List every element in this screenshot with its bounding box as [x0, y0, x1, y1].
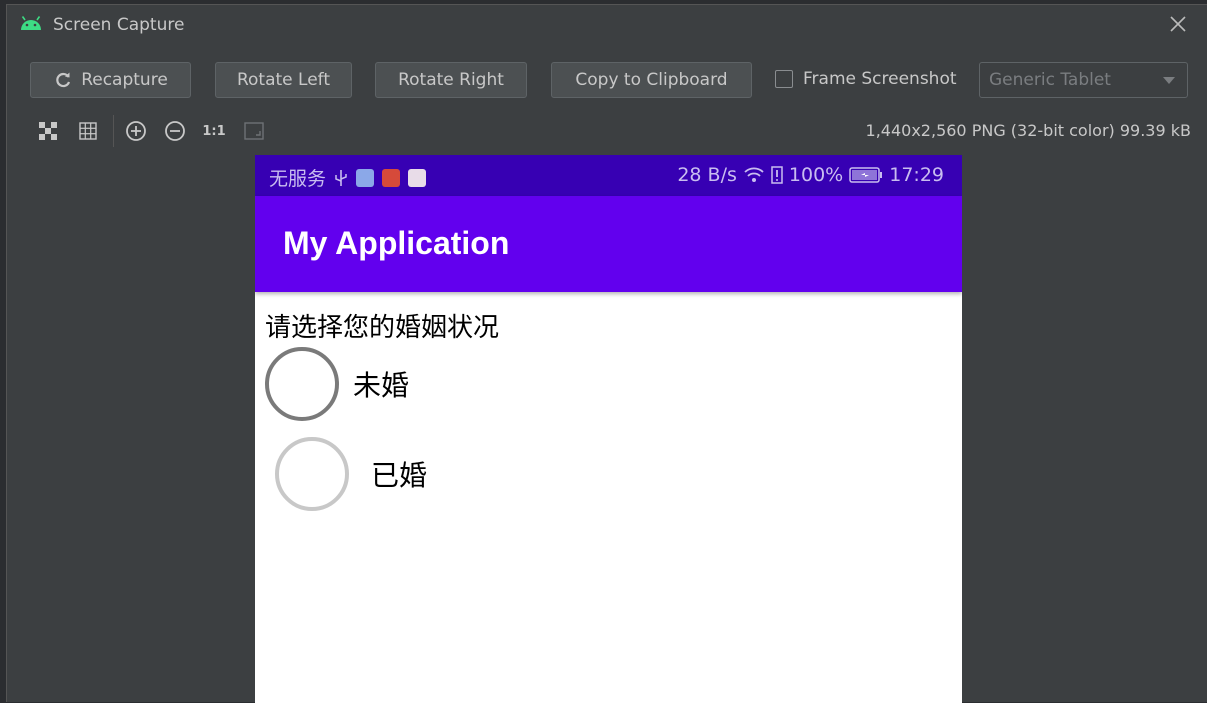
status-bar-right: 28 B/s 100% 17:29	[677, 164, 944, 186]
app-notification-icon	[382, 168, 401, 187]
network-speed: 28 B/s	[677, 164, 737, 186]
radio-button-married[interactable]	[275, 437, 349, 511]
radio-label-married: 已婚	[371, 459, 428, 492]
image-info: 1,440x2,560 PNG (32-bit color) 99.39 kB	[865, 121, 1191, 140]
question-text: 请选择您的婚姻状况	[265, 313, 500, 343]
app-notification-icon	[356, 168, 375, 187]
recapture-button[interactable]: Recapture	[30, 62, 191, 98]
radio-button-single[interactable]	[265, 347, 339, 421]
battery-icon	[849, 167, 883, 183]
clock-text: 17:29	[889, 164, 944, 186]
radio-option-married[interactable]: 已婚	[275, 437, 427, 511]
device-frame-value: Generic Tablet	[989, 70, 1111, 90]
radio-label-single: 未婚	[353, 369, 410, 402]
zoom-out-icon[interactable]	[164, 120, 186, 142]
usb-icon	[335, 169, 347, 186]
fit-screen-icon[interactable]	[243, 120, 265, 142]
window-title: Screen Capture	[53, 15, 185, 35]
status-bar-left: 无服务	[269, 164, 427, 191]
grid-icon[interactable]	[77, 120, 99, 142]
chevron-down-icon	[1163, 77, 1175, 84]
rotate-right-label: Rotate Right	[398, 70, 504, 90]
status-bar: 无服务 28 B/s 100% 17:29	[255, 155, 962, 196]
app-title: My Application	[283, 225, 510, 261]
wifi-icon	[744, 167, 764, 182]
frame-screenshot-label: Frame Screenshot	[803, 69, 957, 89]
copy-label: Copy to Clipboard	[575, 70, 728, 90]
app-notification-icon	[408, 168, 427, 187]
frame-screenshot-checkbox[interactable]	[775, 70, 793, 88]
screen-capture-window: Screen Capture Recapture Rotate Left Rot…	[6, 4, 1207, 703]
app-bar: My Application	[255, 196, 962, 292]
chessboard-icon[interactable]	[37, 120, 59, 142]
title-bar: Screen Capture	[7, 5, 1207, 47]
rotate-left-label: Rotate Left	[236, 70, 331, 90]
carrier-text: 无服务	[269, 168, 327, 190]
actual-size-button[interactable]: 1:1	[202, 120, 225, 142]
sim-alert-icon	[771, 166, 783, 184]
radio-option-single[interactable]: 未婚	[265, 347, 409, 421]
device-frame-select[interactable]: Generic Tablet	[979, 62, 1188, 98]
toolbar-separator	[113, 115, 114, 147]
close-icon[interactable]	[1167, 13, 1189, 35]
rotate-left-button[interactable]: Rotate Left	[215, 62, 352, 98]
rotate-right-button[interactable]: Rotate Right	[375, 62, 527, 98]
refresh-icon	[56, 72, 71, 88]
battery-text: 100%	[788, 164, 844, 186]
android-icon	[21, 16, 41, 30]
frame-screenshot-toggle[interactable]: Frame Screenshot	[775, 69, 957, 89]
copy-to-clipboard-button[interactable]: Copy to Clipboard	[551, 62, 752, 98]
device-screenshot: 无服务 28 B/s 100% 17:29 My Application 请选择…	[255, 155, 962, 703]
recapture-label: Recapture	[81, 70, 168, 90]
zoom-in-icon[interactable]	[125, 120, 147, 142]
